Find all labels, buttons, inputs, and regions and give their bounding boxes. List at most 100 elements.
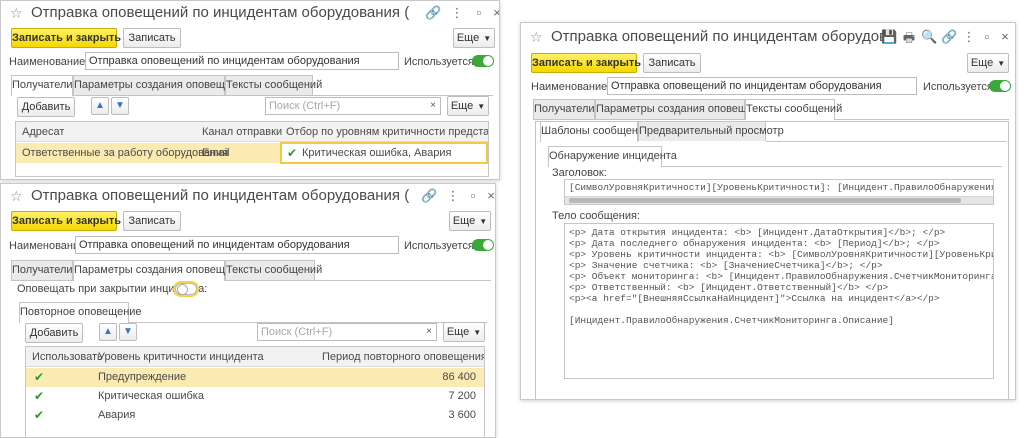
tab-message-texts[interactable]: Тексты сообщений [225, 75, 322, 95]
clear-icon[interactable]: × [426, 324, 432, 340]
checkmark-icon: ✔ [287, 146, 298, 160]
tab-creation-params[interactable]: Параметры создания оповещения [595, 99, 771, 119]
header-text: [СимволУровняКритичности][УровеньКритичн… [569, 182, 994, 193]
tab-divider [73, 95, 493, 96]
table-header: Использовать Уровень критичности инциден… [26, 347, 484, 367]
body-line: [Инцидент.ПравилоОбнаружения.СчетчикМони… [569, 315, 894, 326]
close-icon[interactable]: × [997, 29, 1013, 44]
menu-icon[interactable]: ⋮ [449, 5, 465, 21]
window-title: Отправка оповещений по инцидентам оборуд… [31, 187, 409, 204]
used-label: Используется: [404, 240, 477, 252]
table-row[interactable]: ✔ Авария 3 600 [26, 406, 484, 425]
scrollbar-thumb[interactable] [569, 198, 961, 203]
move-down-icon[interactable]: ▼ [111, 97, 129, 115]
tab-message-texts[interactable]: Тексты сообщений [225, 260, 322, 280]
link-icon[interactable]: 🔗 [425, 5, 441, 21]
list-more-button[interactable]: Еще ▼ [443, 322, 485, 342]
more-button[interactable]: Еще ▼ [453, 28, 495, 48]
name-field[interactable]: Отправка оповещений по инцидентам оборуд… [85, 52, 399, 70]
notify-close-toggle[interactable] [175, 283, 197, 295]
chevron-down-icon: ▼ [483, 34, 492, 43]
window-title: Отправка оповещений по инцидентам оборуд… [551, 28, 885, 45]
save-button[interactable]: Записать [643, 53, 701, 73]
name-field[interactable]: Отправка оповещений по инцидентам оборуд… [607, 77, 917, 95]
cell-period: 3 600 [448, 409, 476, 421]
header-editor[interactable]: [СимволУровняКритичности][УровеньКритичн… [564, 179, 994, 205]
cell-level: Авария [98, 409, 136, 421]
title-bar: ☆ Отправка оповещений по инцидентам обор… [521, 23, 1015, 49]
used-label: Используется: [404, 56, 477, 68]
list-more-button[interactable]: Еще ▼ [447, 96, 489, 116]
move-up-icon[interactable]: ▲ [99, 323, 117, 341]
move-down-icon[interactable]: ▼ [119, 323, 137, 341]
more-button[interactable]: Еще ▼ [449, 211, 491, 231]
body-label: Тело сообщения: [552, 210, 641, 222]
minimize-icon[interactable]: ▫ [465, 188, 481, 203]
body-editor[interactable]: <p> Дата открытия инцидента: <b> [Инциде… [564, 223, 994, 379]
subtab-templates[interactable]: Шаблоны сообщений [540, 121, 650, 142]
table-row[interactable]: ✔ Предупреждение 86 400 [26, 368, 484, 387]
column-header-recipient[interactable]: Адресат [22, 122, 64, 142]
link-icon[interactable]: 🔗 [421, 188, 437, 204]
menu-icon[interactable]: ⋮ [445, 188, 461, 204]
tab-divider [835, 119, 1009, 120]
horizontal-scrollbar[interactable] [565, 196, 993, 204]
header-label: Заголовок: [552, 167, 607, 179]
save-and-close-button[interactable]: Записать и закрыть [11, 28, 121, 48]
column-header-filter[interactable]: Отбор по уровням критичности представлен… [286, 122, 488, 142]
used-toggle[interactable] [472, 55, 494, 67]
search-input[interactable]: Поиск (Ctrl+F) × [265, 97, 441, 115]
favorite-star-icon[interactable]: ☆ [10, 188, 23, 205]
body-line: <p> Дата последнего обнаружения инцидент… [569, 238, 940, 249]
print-icon[interactable]: 🖶 [901, 29, 917, 51]
minimize-icon[interactable]: ▫ [471, 5, 487, 20]
name-field[interactable]: Отправка оповещений по инцидентам оборуд… [75, 236, 399, 254]
tab-recipients[interactable]: Получатели [11, 75, 73, 96]
search-input[interactable]: Поиск (Ctrl+F) × [257, 323, 437, 341]
used-toggle[interactable] [472, 239, 494, 251]
clear-icon[interactable]: × [430, 98, 436, 114]
subtab-preview[interactable]: Предварительный просмотр [638, 121, 784, 141]
save-and-close-button[interactable]: Записать и закрыть [11, 211, 121, 231]
save-icon[interactable]: 💾 [881, 29, 897, 45]
chevron-down-icon: ▼ [479, 217, 488, 226]
link-icon[interactable]: 🔗 [941, 29, 957, 45]
column-header-use[interactable]: Использовать [32, 347, 103, 367]
chevron-down-icon: ▼ [477, 102, 486, 111]
add-button[interactable]: Добавить [25, 323, 83, 343]
subtab-repeat-notification[interactable]: Повторное оповещение [19, 302, 142, 323]
checkbox-checked-icon[interactable]: ✔ [34, 371, 46, 383]
checkbox-checked-icon[interactable]: ✔ [34, 409, 46, 421]
more-button[interactable]: Еще ▼ [967, 53, 1009, 73]
tab-creation-params[interactable]: Параметры создания оповещения [73, 75, 249, 95]
column-header-period[interactable]: Период повторного оповещения, сек. [322, 347, 484, 367]
tab-message-texts[interactable]: Тексты сообщений [745, 99, 842, 120]
table-row[interactable]: ✔ Критическая ошибка 7 200 [26, 387, 484, 406]
column-header-channel[interactable]: Канал отправки [202, 122, 282, 142]
add-button[interactable]: Добавить [17, 97, 75, 117]
tab-creation-params[interactable]: Параметры создания оповещения [73, 260, 249, 281]
save-and-close-button[interactable]: Записать и закрыть [531, 53, 641, 73]
body-line: <p> Объект мониторинга: <b> [Инцидент.Пр… [569, 271, 994, 282]
save-button[interactable]: Записать [123, 28, 181, 48]
save-button[interactable]: Записать [123, 211, 181, 231]
search-placeholder: Поиск (Ctrl+F) [261, 326, 333, 338]
minimize-icon[interactable]: ▫ [979, 29, 995, 44]
table-row[interactable]: Ответственные за работу оборудования Ema… [16, 142, 488, 164]
tab-recipients[interactable]: Получатели [533, 99, 595, 119]
favorite-star-icon[interactable]: ☆ [530, 29, 543, 46]
tab-divider [11, 280, 73, 281]
preview-icon[interactable]: 🔍 [921, 29, 937, 45]
checkbox-checked-icon[interactable]: ✔ [34, 390, 46, 402]
favorite-star-icon[interactable]: ☆ [10, 5, 23, 22]
used-toggle[interactable] [989, 80, 1011, 92]
search-placeholder: Поиск (Ctrl+F) [269, 100, 341, 112]
menu-icon[interactable]: ⋮ [961, 29, 977, 45]
close-icon[interactable]: × [489, 5, 499, 20]
template-tab-incident-detection[interactable]: Обнаружение инцидента [548, 146, 677, 167]
column-header-level[interactable]: Уровень критичности инцидента [98, 347, 264, 367]
filter-cell-editor[interactable]: ✔ Критическая ошибка, Авария [280, 142, 488, 164]
tab-recipients[interactable]: Получатели [11, 260, 73, 280]
close-icon[interactable]: × [483, 188, 495, 203]
move-up-icon[interactable]: ▲ [91, 97, 109, 115]
